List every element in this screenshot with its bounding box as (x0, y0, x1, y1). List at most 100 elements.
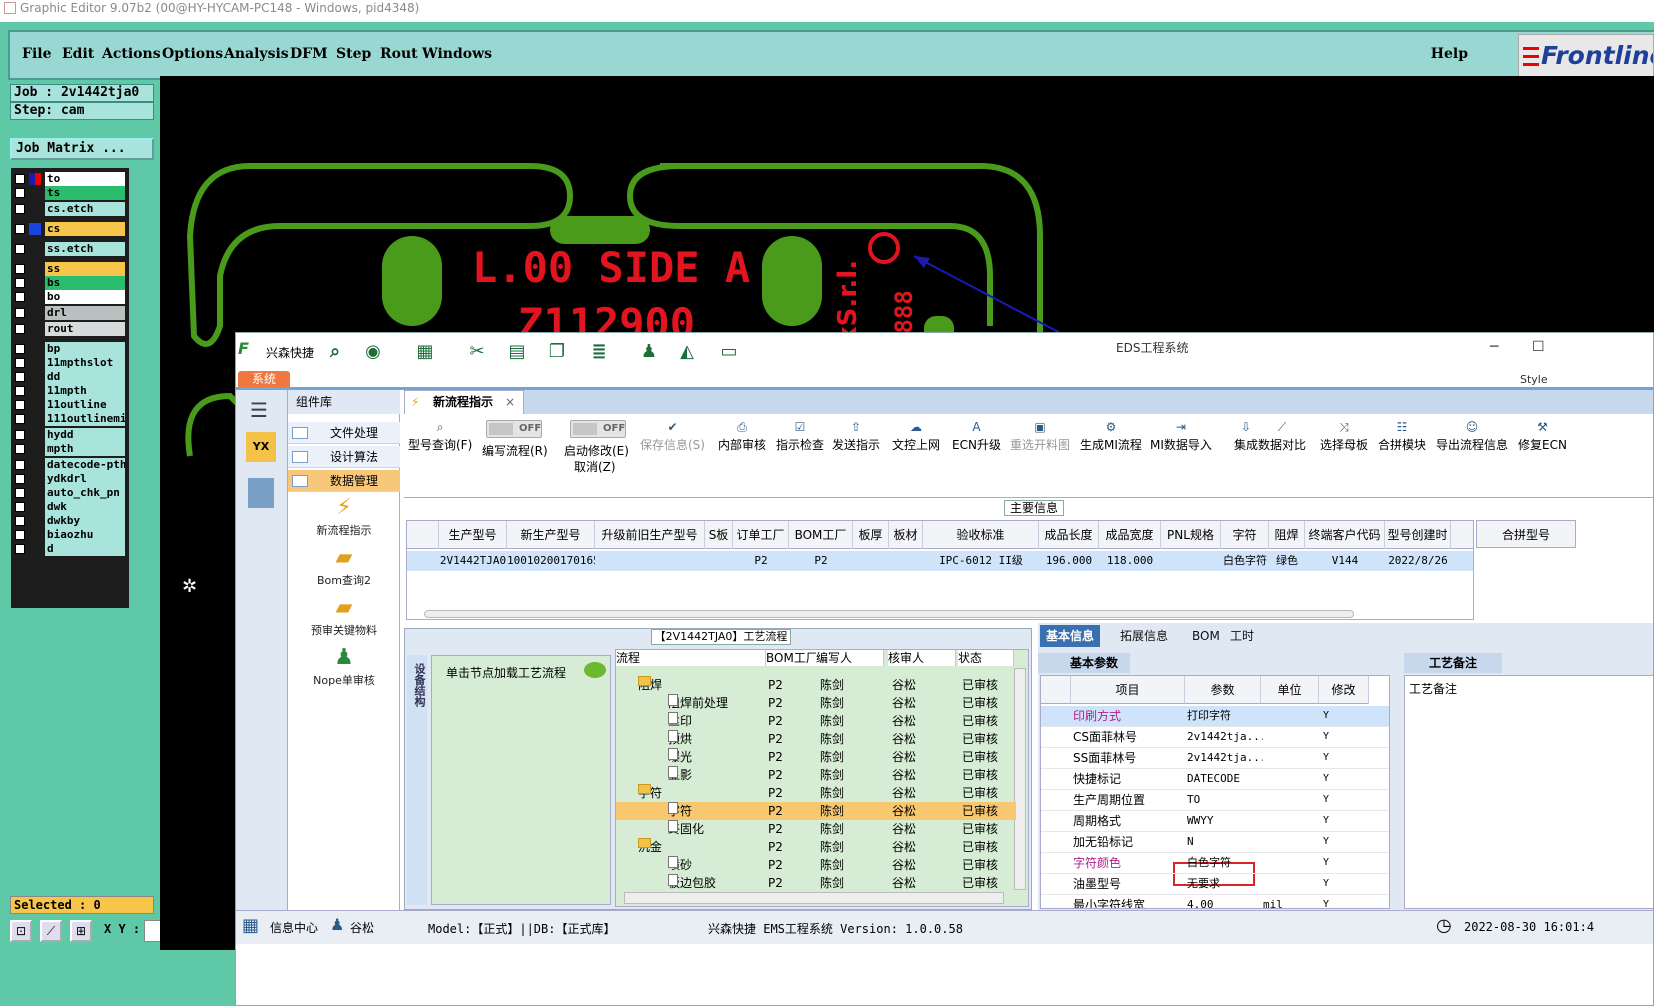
layer-checkbox[interactable] (15, 460, 25, 470)
tree-row[interactable]: 丝印 P2 陈剑 谷松 已审核 (616, 712, 1016, 730)
tree-row[interactable]: 沉金 P2 陈剑 谷松 已审核 (616, 838, 1016, 856)
param-row[interactable]: 生产周期位置 TO Y (1041, 790, 1389, 811)
layer-row[interactable]: dwkby (13, 514, 127, 528)
layer-row[interactable]: cs.etch (13, 202, 127, 216)
layer-name[interactable]: cs.etch (45, 202, 125, 216)
tree-row[interactable]: 显影 P2 陈剑 谷松 已审核 (616, 766, 1016, 784)
ribbon-button[interactable]: ⟋ 数据对比 (1258, 420, 1306, 453)
param-value[interactable]: N (1187, 832, 1263, 852)
comp-item-file[interactable]: 文件处理 (288, 422, 400, 444)
layer-row[interactable]: ydkdrl (13, 472, 127, 486)
tab-new-flow[interactable]: ⚡ 新流程指示 × (404, 390, 524, 414)
tab-bom[interactable]: BOM (1186, 625, 1226, 647)
layer-checkbox[interactable] (15, 502, 25, 512)
ribbon-button[interactable]: ⎙ 内部审核 (718, 420, 766, 453)
calculator-icon[interactable] (248, 478, 274, 508)
grid-cell[interactable]: P2 (733, 551, 789, 571)
menu-file[interactable]: File (22, 46, 51, 62)
layer-checkbox[interactable] (15, 264, 25, 274)
layer-row[interactable]: bs (13, 276, 127, 290)
ribbon-button[interactable]: ⚒ 修复ECN (1518, 420, 1567, 453)
system-tab[interactable]: 系统 (238, 371, 290, 387)
menu-options[interactable]: Options (162, 46, 223, 62)
grid-header-cell[interactable]: 订单工厂 (733, 521, 789, 549)
minimize-button[interactable]: ─ (1490, 339, 1498, 355)
chart-icon[interactable]: ◭ (676, 341, 698, 363)
layer-checkbox[interactable] (15, 444, 25, 454)
layer-checkbox[interactable] (15, 188, 25, 198)
layer-row[interactable]: 111outlinemi (13, 412, 127, 426)
menu-rout[interactable]: Rout (380, 46, 418, 62)
param-modify[interactable]: Y (1323, 874, 1363, 894)
grid-cell[interactable] (595, 551, 705, 571)
grid-cell[interactable] (853, 551, 889, 571)
tab-extended-info[interactable]: 拓展信息 (1114, 625, 1174, 647)
tree-horizontal-scrollbar[interactable] (624, 892, 1004, 904)
ribbon-button[interactable]: ☁ 文控上网 (892, 420, 940, 453)
globe-icon[interactable]: ◉ (362, 341, 384, 363)
layer-name[interactable]: ydkdrl (45, 472, 125, 486)
film-icon[interactable]: ▤ (506, 341, 528, 363)
param-row[interactable]: SS面菲林号 2v1442tja... Y (1041, 748, 1389, 769)
layer-checkbox[interactable] (15, 430, 25, 440)
grid-header-cell[interactable]: BOM工厂 (789, 521, 853, 549)
layer-checkbox[interactable] (15, 386, 25, 396)
ribbon-button[interactable]: ⚙ 生成MI流程 (1080, 420, 1142, 453)
close-icon[interactable]: × (505, 391, 515, 413)
tree-row[interactable]: 阻焊前处理 P2 陈剑 谷松 已审核 (616, 694, 1016, 712)
layer-row[interactable]: ss.etch (13, 242, 127, 256)
layer-checkbox[interactable] (15, 174, 25, 184)
menu-help[interactable]: Help (1431, 46, 1468, 62)
tree-row[interactable]: 板边包胶 P2 陈剑 谷松 已审核 (616, 874, 1016, 892)
grid-cell[interactable] (1161, 551, 1221, 571)
grid-header-cell[interactable]: 板厚 (853, 521, 889, 549)
grid-header-cell[interactable]: PNL规格 (1161, 521, 1221, 549)
layer-name[interactable]: dwkby (45, 514, 125, 528)
user-icon[interactable]: ♟ (638, 341, 660, 363)
start-edit-toggle[interactable]: OFF (570, 420, 626, 438)
layer-row[interactable]: hydd (13, 428, 127, 442)
layer-name[interactable]: auto_chk_pn (45, 486, 125, 500)
ribbon-button[interactable]: ☺ 导出流程信息 (1436, 420, 1508, 453)
ribbon-button[interactable]: ☷ 合拼模块 (1378, 420, 1426, 453)
layer-name[interactable]: 111outlinemi (45, 412, 125, 426)
layer-row[interactable]: d (13, 542, 127, 556)
layer-name[interactable]: dd (45, 370, 125, 384)
layer-checkbox[interactable] (15, 344, 25, 354)
grid-cell[interactable] (889, 551, 923, 571)
tree-header-cell[interactable]: 编写人 (816, 650, 884, 666)
layer-name[interactable]: bo (45, 290, 125, 304)
param-row[interactable]: 油墨型号 无要求 Y (1041, 874, 1389, 895)
layer-checkbox[interactable] (15, 358, 25, 368)
side-tab-device[interactable]: 设备结构 (407, 655, 427, 905)
param-value[interactable]: 无要求 (1187, 874, 1263, 894)
tree-row[interactable]: 曝光 P2 陈剑 谷松 已审核 (616, 748, 1016, 766)
model-query-button[interactable]: ⌕ 型号查询(F) (408, 420, 472, 453)
ribbon-button[interactable]: ✔ 保存信息(S) (640, 420, 705, 453)
tab-basic-info[interactable]: 基本信息 (1040, 625, 1101, 647)
layer-checkbox[interactable] (15, 372, 25, 382)
search-icon[interactable]: ⌕ (324, 341, 346, 363)
layer-row[interactable]: bp (13, 342, 127, 356)
comp-item-algorithm[interactable]: 设计算法 (288, 446, 400, 468)
nope-review-item[interactable]: ♟ Nope单审核 (288, 644, 400, 688)
layer-row[interactable]: dd (13, 370, 127, 384)
process-notes-box[interactable]: 工艺备注 (1404, 675, 1653, 909)
layer-row[interactable]: rout (13, 322, 127, 336)
grid-header-cell[interactable]: 板材 (889, 521, 923, 549)
grid-header-cell[interactable]: 型号创建时 (1385, 521, 1451, 549)
new-flow-item[interactable]: ⚡ 新流程指示 (288, 494, 400, 538)
measure-button[interactable]: ⟋ (40, 920, 62, 942)
param-modify[interactable]: Y (1323, 811, 1363, 831)
param-modify[interactable]: Y (1323, 727, 1363, 747)
grid-header-cell[interactable]: 生产型号 (439, 521, 507, 549)
ribbon-button[interactable]: ☑ 指示检查 (776, 420, 824, 453)
grid-cell[interactable] (705, 551, 733, 571)
param-value[interactable]: 打印字符 (1187, 706, 1263, 726)
ribbon-button[interactable]: ⇥ MI数据导入 (1150, 420, 1212, 453)
grid-header-cell[interactable]: 新生产型号 (507, 521, 595, 549)
layer-name[interactable]: 11outline (45, 398, 125, 412)
layer-checkbox[interactable] (15, 224, 25, 234)
maximize-button[interactable]: ☐ (1532, 339, 1545, 355)
layer-checkbox[interactable] (15, 244, 25, 254)
